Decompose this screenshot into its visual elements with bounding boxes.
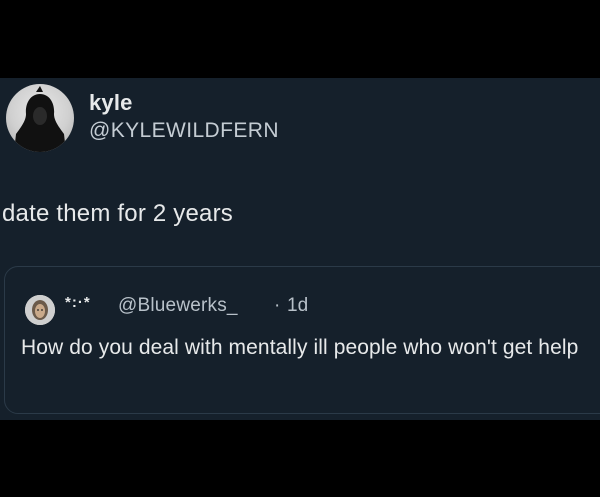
avatar[interactable] xyxy=(6,84,74,152)
quoted-avatar-face-icon xyxy=(25,295,55,325)
screenshot-frame: kyle @KYLEWILDFERN date them for 2 years… xyxy=(0,0,600,497)
quoted-separator: · xyxy=(274,295,281,316)
tweet-text: date them for 2 years xyxy=(2,200,233,227)
author-display-name[interactable]: kyle xyxy=(89,90,133,116)
quoted-tweet-card[interactable]: *:·* @Bluewerks_ · 1d How do you deal wi… xyxy=(4,266,600,414)
avatar-hooded-figure-icon xyxy=(14,86,66,152)
quoted-tweet-text: How do you deal with mentally ill people… xyxy=(21,336,579,359)
quoted-timestamp[interactable]: 1d xyxy=(287,295,308,317)
tweet-card[interactable]: kyle @KYLEWILDFERN date them for 2 years… xyxy=(0,78,600,420)
quoted-display-name[interactable]: *:·* xyxy=(65,294,91,311)
author-handle[interactable]: @KYLEWILDFERN xyxy=(89,119,279,143)
quoted-avatar[interactable] xyxy=(25,295,55,325)
quoted-handle[interactable]: @Bluewerks_ xyxy=(118,295,238,317)
